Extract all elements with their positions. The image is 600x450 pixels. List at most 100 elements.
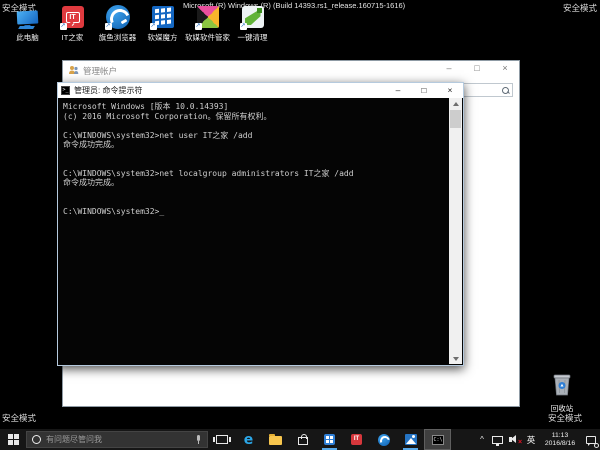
desktop-icon-label: 此电脑: [16, 32, 39, 43]
scroll-down-button[interactable]: [449, 353, 462, 364]
sailfish-browser-taskbar-button[interactable]: [370, 429, 397, 450]
photo-viewer-icon: [405, 434, 417, 445]
store-taskbar-button[interactable]: [289, 429, 316, 450]
console-line: [63, 197, 449, 207]
cmd-title: 管理员: 命令提示符: [74, 85, 142, 96]
system-tray: ^ × 英 11:13 2016/8/16: [475, 429, 600, 450]
scrollbar-thumb[interactable]: [450, 110, 461, 128]
ime-indicator[interactable]: 英: [524, 429, 538, 450]
cmd-taskbar-button-active[interactable]: C:\: [424, 429, 451, 450]
safe-mode-label-bottom-left: 安全模式: [2, 412, 36, 424]
console-output[interactable]: Microsoft Windows [版本 10.0.14393] (c) 20…: [59, 98, 449, 364]
minimize-button[interactable]: –: [385, 83, 411, 98]
users-icon: [68, 62, 79, 80]
desktop-icon-label: 旗鱼浏览器: [99, 32, 137, 43]
clock-date: 2016/8/16: [545, 440, 575, 448]
desktop-icon-label: 软媒软件管家: [185, 32, 230, 43]
edge-icon: e: [244, 433, 254, 447]
cmd-titlebar[interactable]: >_ 管理员: 命令提示符 – □ ×: [58, 83, 463, 98]
photo-viewer-taskbar-button[interactable]: [397, 429, 424, 450]
chevron-down-icon: [453, 357, 459, 361]
recycle-bin[interactable]: 回收站: [536, 371, 588, 414]
ithome-taskbar-button[interactable]: IT: [343, 429, 370, 450]
cmd-icon: >_: [61, 86, 70, 95]
ithome-icon: IT ↗: [60, 4, 86, 30]
edge-taskbar-button[interactable]: e: [235, 429, 262, 450]
console-line: [63, 188, 449, 198]
ruanmei-mofang-icon: [324, 434, 335, 445]
safe-mode-label-top-right: 安全模式: [563, 2, 597, 14]
ruanmei-mofang-taskbar-button[interactable]: [316, 429, 343, 450]
desktop-icon-one-click-clean[interactable]: ↗ 一键清理: [230, 4, 275, 43]
console-line: 命令成功完成。: [63, 178, 449, 188]
network-tray-button[interactable]: [489, 429, 506, 450]
microphone-icon[interactable]: [195, 435, 202, 445]
search-icon: [502, 87, 509, 94]
windows-logo-icon: [8, 434, 19, 445]
maximize-button[interactable]: □: [463, 61, 491, 77]
this-pc-icon: [15, 4, 41, 30]
show-hidden-icons-button[interactable]: ^: [475, 429, 489, 450]
console-line: Microsoft Windows [版本 10.0.14393]: [63, 102, 449, 112]
ithome-icon: IT: [351, 434, 362, 445]
scroll-up-button[interactable]: [449, 98, 462, 109]
desktop-icon-ruanmei-manager[interactable]: ↗ 软媒软件管家: [185, 4, 230, 43]
sailfish-browser-icon: ↗: [105, 4, 131, 30]
volume-tray-button[interactable]: ×: [506, 429, 524, 450]
shortcut-arrow-icon: ↗: [105, 23, 112, 30]
desktop-icon-ruanmei-mofang[interactable]: ↗ 软媒魔方: [140, 4, 185, 43]
maximize-button[interactable]: □: [411, 83, 437, 98]
action-center-button[interactable]: [582, 429, 600, 450]
clock-time: 11:13: [545, 432, 575, 440]
manage-accounts-window-controls: – □ ×: [435, 61, 519, 77]
desktop-icons: 此电脑 IT ↗ IT之家 ↗ 旗鱼浏览器 ↗ 软媒魔方: [5, 4, 275, 43]
desktop-icon-sailfish-browser[interactable]: ↗ 旗鱼浏览器: [95, 4, 140, 43]
desktop-icon-label: 一键清理: [238, 32, 268, 43]
folder-icon: [269, 436, 282, 445]
manage-accounts-title: 管理帐户: [83, 65, 117, 77]
taskbar: 有问题尽管问我 e IT C:\ ^ ×: [0, 429, 600, 450]
start-button[interactable]: [0, 429, 26, 450]
cmd-window: >_ 管理员: 命令提示符 – □ × Microsoft Windows [版…: [57, 82, 464, 366]
chevron-up-icon: ^: [480, 435, 484, 444]
store-bag-icon: [298, 437, 308, 445]
console-prompt-line: C:\WINDOWS\system32>_: [63, 207, 449, 217]
console-line: (c) 2016 Microsoft Corporation。保留所有权利。: [63, 112, 449, 122]
cmd-icon: C:\: [432, 435, 444, 445]
ruanmei-mofang-icon: ↗: [150, 4, 176, 30]
search-placeholder: 有问题尽管问我: [46, 434, 195, 445]
one-click-clean-icon: ↗: [240, 4, 266, 30]
console-line: C:\WINDOWS\system32>net user IT之家 /add: [63, 131, 449, 141]
desktop-icon-ithome[interactable]: IT ↗ IT之家: [50, 4, 95, 43]
shortcut-arrow-icon: ↗: [150, 23, 157, 30]
file-explorer-taskbar-button[interactable]: [262, 429, 289, 450]
ruanmei-software-manager-icon: ↗: [195, 4, 221, 30]
close-button[interactable]: ×: [491, 61, 519, 77]
manage-accounts-titlebar[interactable]: 管理帐户 – □ ×: [63, 61, 519, 81]
shortcut-arrow-icon: ↗: [60, 23, 67, 30]
cmd-window-controls: – □ ×: [385, 83, 463, 98]
chevron-up-icon: [453, 102, 459, 106]
minimize-button[interactable]: –: [435, 61, 463, 77]
taskbar-search-box[interactable]: 有问题尽管问我: [26, 431, 208, 448]
console-line: 命令成功完成。: [63, 140, 449, 150]
console-line: [63, 121, 449, 131]
desktop-icon-label: 软媒魔方: [148, 32, 178, 43]
console-line: C:\WINDOWS\system32>net localgroup admin…: [63, 169, 449, 179]
recycle-bin-label: 回收站: [551, 403, 574, 414]
task-view-icon: [216, 435, 228, 444]
recycle-bin-icon: [549, 371, 575, 402]
notification-badge: [594, 443, 599, 448]
console-scrollbar[interactable]: [449, 98, 462, 364]
shortcut-arrow-icon: ↗: [195, 23, 202, 30]
taskbar-clock[interactable]: 11:13 2016/8/16: [538, 429, 582, 450]
cortana-icon: [32, 435, 41, 444]
task-view-button[interactable]: [208, 429, 235, 450]
network-icon: [492, 436, 503, 444]
shortcut-arrow-icon: ↗: [240, 23, 247, 30]
desktop: 安全模式 安全模式 安全模式 安全模式 Microsoft (R) Window…: [0, 0, 600, 450]
console-line: [63, 150, 449, 160]
close-button[interactable]: ×: [437, 83, 463, 98]
sailfish-browser-icon: [378, 434, 390, 446]
desktop-icon-this-pc[interactable]: 此电脑: [5, 4, 50, 43]
